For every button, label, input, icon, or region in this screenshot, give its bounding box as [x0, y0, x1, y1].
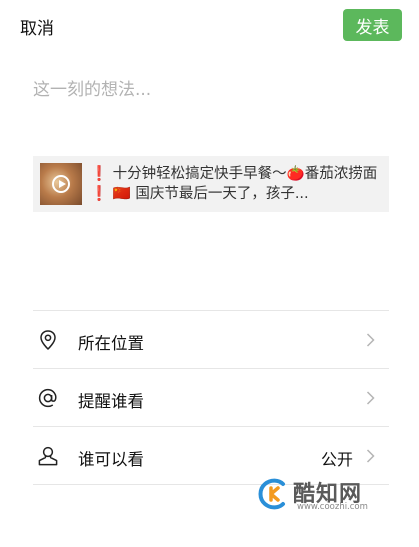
location-pin-icon — [40, 330, 56, 351]
watermark-url: www.coozhi.com — [297, 502, 368, 512]
cancel-button[interactable]: 取消 — [20, 14, 54, 39]
menu-item-label: 所在位置 — [78, 334, 144, 353]
watermark: 酷知网 www.coozhi.com — [255, 474, 403, 520]
menu-item-label: 提醒谁看 — [78, 392, 144, 411]
post-options-menu: 所在位置 提醒谁看 谁可以看 公开 — [33, 310, 389, 485]
at-icon — [38, 388, 57, 408]
visibility-value: 公开 — [320, 450, 353, 469]
person-icon — [38, 446, 58, 466]
menu-item-remind[interactable]: 提醒谁看 — [33, 369, 389, 426]
chevron-right-icon — [366, 449, 375, 463]
chevron-right-icon — [366, 333, 375, 347]
shared-link-card[interactable]: ❗ 十分钟轻松搞定快手早餐～🍅番茄浓捞面❗ 🇨🇳 国庆节最后一天了，孩子... — [33, 156, 389, 212]
menu-item-label: 谁可以看 — [78, 450, 144, 469]
menu-item-location[interactable]: 所在位置 — [33, 311, 389, 368]
play-icon — [52, 175, 70, 193]
video-thumbnail — [40, 163, 82, 205]
chevron-right-icon — [366, 391, 375, 405]
thought-input[interactable]: 这一刻的想法... — [33, 75, 151, 100]
top-bar: 取消 发表 — [0, 0, 419, 52]
coozhi-logo-icon — [258, 478, 285, 510]
shared-link-title: ❗ 十分钟轻松搞定快手早餐～🍅番茄浓捞面❗ 🇨🇳 国庆节最后一天了，孩子... — [90, 166, 378, 202]
publish-button[interactable]: 发表 — [343, 9, 402, 41]
